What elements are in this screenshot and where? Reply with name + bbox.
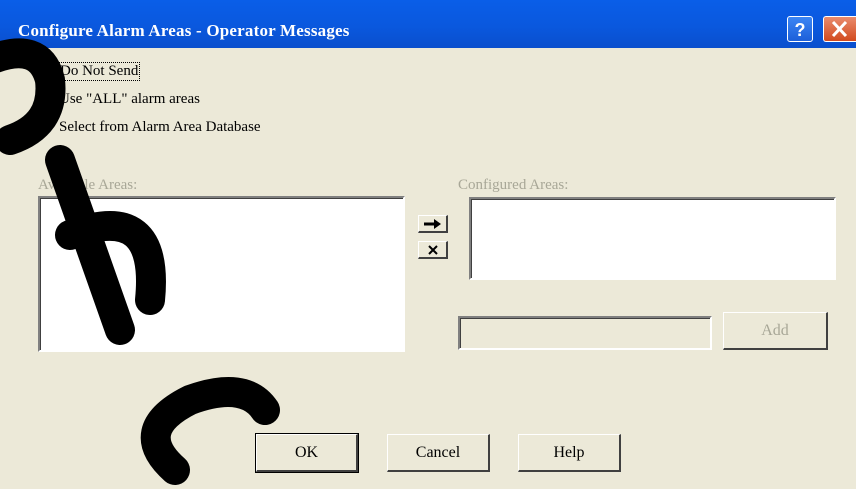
radio-label: Do Not Send [57, 62, 141, 81]
remove-from-configured-button[interactable] [418, 241, 448, 259]
available-areas-label: Available Areas: [38, 177, 138, 193]
add-to-configured-button[interactable] [418, 215, 448, 233]
cancel-button-label: Cancel [415, 443, 461, 461]
available-areas-list[interactable] [38, 196, 405, 352]
configured-areas-label: Configured Areas: [458, 177, 569, 193]
window-title: Configure Alarm Areas - Operator Message… [18, 21, 350, 40]
question-mark-icon: ? [795, 20, 806, 40]
radio-button[interactable] [38, 121, 51, 134]
radio-label: Use "ALL" alarm areas [59, 91, 200, 107]
configured-areas-list[interactable] [469, 197, 836, 280]
arrow-right-icon [423, 218, 441, 229]
help-title-button[interactable]: ? [787, 16, 813, 42]
radio-use-all[interactable]: Use "ALL" alarm areas [38, 91, 200, 108]
svg-text:?: ? [795, 20, 806, 40]
help-button[interactable]: Help [518, 434, 621, 472]
remove-x-icon [427, 244, 438, 255]
radio-select-from-database[interactable]: Select from Alarm Area Database [38, 119, 261, 136]
help-button-label: Help [553, 443, 585, 461]
cancel-button[interactable]: Cancel [387, 434, 490, 472]
radio-button[interactable] [38, 93, 51, 106]
close-button[interactable] [823, 16, 856, 42]
ok-button[interactable]: OK [255, 433, 359, 473]
radio-label: Select from Alarm Area Database [59, 119, 261, 135]
add-button-label: Add [761, 321, 789, 339]
ok-button-label: OK [294, 443, 319, 461]
radio-button[interactable] [38, 65, 51, 78]
title-bar: Configure Alarm Areas - Operator Message… [0, 0, 856, 48]
new-area-input[interactable] [458, 316, 712, 350]
close-icon [831, 20, 848, 38]
radio-do-not-send[interactable]: Do Not Send [38, 62, 141, 81]
add-button[interactable]: Add [723, 312, 828, 350]
